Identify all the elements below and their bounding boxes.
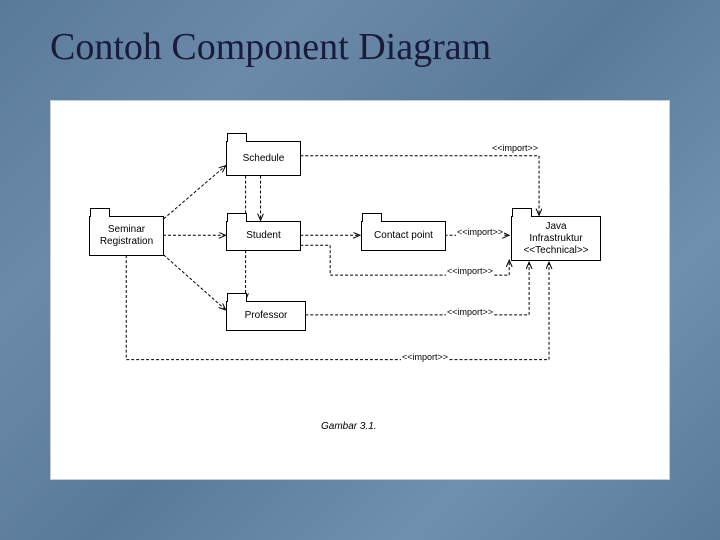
package-label-line3: <<Technical>> [523,245,588,257]
diagram-canvas: Seminar Registration Schedule Student Pr… [50,100,670,480]
slide-title: Contoh Component Diagram [50,25,491,69]
package-label-line2: Infrastruktur [529,233,582,245]
package-label: Seminar Registration [90,224,163,248]
edge-label-import: <<import>> [446,266,494,276]
package-tab-icon [227,293,247,302]
package-contact-point: Contact point [361,221,446,251]
package-java-infrastruktur: Java Infrastruktur <<Technical>> [511,216,601,261]
package-label: Student [246,230,280,242]
figure-caption: Gambar 3.1. [321,421,377,432]
package-schedule: Schedule [226,141,301,176]
package-label: Schedule [243,153,285,165]
package-label: Professor [245,310,288,322]
package-tab-icon [90,208,110,217]
package-tab-icon [227,213,247,222]
edge-label-import: <<import>> [456,227,504,237]
edge-label-import: <<import>> [491,143,539,153]
package-label: Contact point [374,230,433,242]
package-tab-icon [512,208,532,217]
package-tab-icon [227,133,247,142]
edge-label-import: <<import>> [446,307,494,317]
package-label-line1: Java [545,221,566,233]
package-tab-icon [362,213,382,222]
edge-label-import: <<import>> [401,352,449,362]
package-student: Student [226,221,301,251]
package-professor: Professor [226,301,306,331]
package-seminar-registration: Seminar Registration [89,216,164,256]
